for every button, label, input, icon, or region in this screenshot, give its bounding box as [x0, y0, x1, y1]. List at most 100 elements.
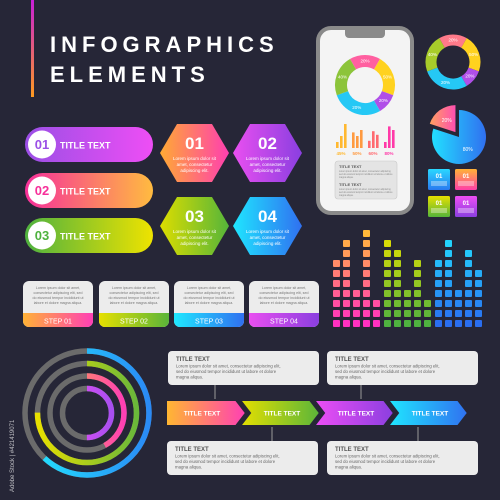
hexagon-text: amet, consectetur [250, 235, 286, 240]
pill-label: TITLE TEXT [60, 232, 111, 242]
equalizer-block [363, 280, 370, 287]
equalizer-block [445, 320, 452, 327]
equalizer-block [414, 280, 421, 287]
pill-item-1: 01 TITLE TEXT [25, 127, 153, 162]
watermark-text: Adobe Stock | #421419071 [10, 419, 16, 492]
timeline-box-text: magna aliqua. [175, 465, 202, 470]
tag-number: 01 [463, 174, 470, 180]
equalizer-block [353, 290, 360, 297]
phone-bar [372, 131, 375, 148]
equalizer-block [475, 290, 482, 297]
equalizer-block [435, 320, 442, 327]
pill-number: 03 [35, 228, 49, 243]
step-text: do eiusmod tempor incididunt ut [109, 296, 160, 300]
equalizer-block [394, 310, 401, 317]
equalizer-block [445, 270, 452, 277]
phone-text-line: sed do eiusmod tempor incididunt ut labo… [339, 173, 393, 176]
step-text: do eiusmod tempor incididunt ut [184, 296, 235, 300]
phone-text-line: sed do eiusmod tempor incididunt ut labo… [339, 191, 393, 194]
equalizer-block [414, 320, 421, 327]
timeline-box-text: sed do eiusmod tempor incididunt ut labo… [176, 369, 277, 374]
timeline-box-1: TITLE TEXTLorem ipsum dolor sit amet, co… [168, 351, 319, 385]
equalizer-block [343, 260, 350, 267]
step-label: STEP 02 [120, 319, 148, 326]
hexagon-text: amet, consectetur [250, 162, 286, 167]
equalizer-block [384, 240, 391, 247]
step-card-4: Lorem ipsum dolor sit amet,consectetur a… [249, 281, 319, 327]
equalizer-block [333, 290, 340, 297]
equalizer-block [424, 310, 431, 317]
equalizer-block [414, 290, 421, 297]
donut-segment-label: 40% [338, 74, 347, 79]
step-text: consectetur adipiscing elit, sed [185, 291, 234, 295]
pill-number: 02 [35, 183, 49, 198]
equalizer-block [363, 260, 370, 267]
tag-number: 01 [463, 201, 470, 207]
hexagon-shape [233, 124, 302, 182]
equalizer-block [373, 300, 380, 307]
equalizer-block [414, 270, 421, 277]
tag-text-placeholder [458, 208, 474, 213]
equalizer-block [404, 290, 411, 297]
donut-segment-label: 20% [352, 105, 361, 110]
timeline-arrow-4: TITLE TEXT [385, 399, 470, 427]
equalizer-block [333, 270, 340, 277]
step-text: Lorem ipsum dolor sit amet, [262, 286, 306, 290]
equalizer-block [435, 260, 442, 267]
equalizer-block [445, 240, 452, 247]
equalizer-block [363, 230, 370, 237]
radial-progress-rings [22, 348, 152, 478]
step-text: consectetur adipiscing elit, sed [34, 291, 83, 295]
hexagon-text: adipiscing elit. [180, 241, 208, 246]
equalizer-block [455, 290, 462, 297]
equalizer-block [404, 320, 411, 327]
equalizer-block [455, 300, 462, 307]
tag-text-placeholder [458, 181, 474, 186]
step-card-3: Lorem ipsum dolor sit amet,consectetur a… [174, 281, 244, 327]
step-text: do eiusmod tempor incididunt ut [259, 296, 310, 300]
step-text: Lorem ipsum dolor sit amet, [36, 286, 80, 290]
equalizer-block [343, 310, 350, 317]
pill-item-2: 02 TITLE TEXT [25, 173, 153, 208]
equalizer-block [475, 280, 482, 287]
equalizer-block [394, 250, 401, 257]
equalizer-block [373, 320, 380, 327]
equalizer-block [384, 290, 391, 297]
hexagon-text: adipiscing elit. [253, 241, 281, 246]
timeline-box-text: sed do eiusmod tempor incididunt ut labo… [175, 459, 276, 464]
equalizer-block [475, 270, 482, 277]
equalizer-block [384, 320, 391, 327]
equalizer-block [404, 300, 411, 307]
equalizer-block [384, 310, 391, 317]
hexagon-text: Lorem ipsum dolor sit [173, 229, 217, 234]
equalizer-block [475, 320, 482, 327]
step-card-1: Lorem ipsum dolor sit amet,consectetur a… [23, 281, 93, 327]
hexagon-text: Lorem ipsum dolor sit [246, 229, 290, 234]
hexagon-number: 01 [185, 134, 204, 153]
equalizer-block [363, 300, 370, 307]
equalizer-block [445, 300, 452, 307]
equalizer-block [384, 270, 391, 277]
timeline-arrow-label: TITLE TEXT [338, 411, 375, 418]
tag-text-placeholder [431, 181, 447, 186]
hexagon-item-1: 01 Lorem ipsum dolor sitamet, consectetur… [160, 124, 229, 182]
equalizer-block [465, 300, 472, 307]
step-label: STEP 04 [270, 319, 298, 326]
phone-bar-label: 60% [368, 151, 377, 156]
phone-text-title: TITLE TEXT [339, 164, 362, 169]
equalizer-block [465, 310, 472, 317]
step-text: labore et dolore magna aliqua. [34, 301, 83, 305]
equalizer-block [343, 300, 350, 307]
hexagon-item-3: 03 Lorem ipsum dolor sitamet, consectetur… [160, 197, 229, 255]
equalizer-block [363, 250, 370, 257]
timeline-box-text: sed do eiusmod tempor incididunt ut labo… [335, 459, 436, 464]
title-line-1: INFOGRAPHICS [50, 32, 279, 57]
equalizer-block [384, 250, 391, 257]
phone-bar [356, 136, 359, 148]
equalizer-block [465, 280, 472, 287]
equalizer-block [445, 280, 452, 287]
donut-segment-label: 40% [428, 52, 437, 57]
number-tag-4: 01 [455, 196, 477, 217]
step-text: labore et dolore magna aliqua. [110, 301, 159, 305]
equalizer-block [424, 320, 431, 327]
